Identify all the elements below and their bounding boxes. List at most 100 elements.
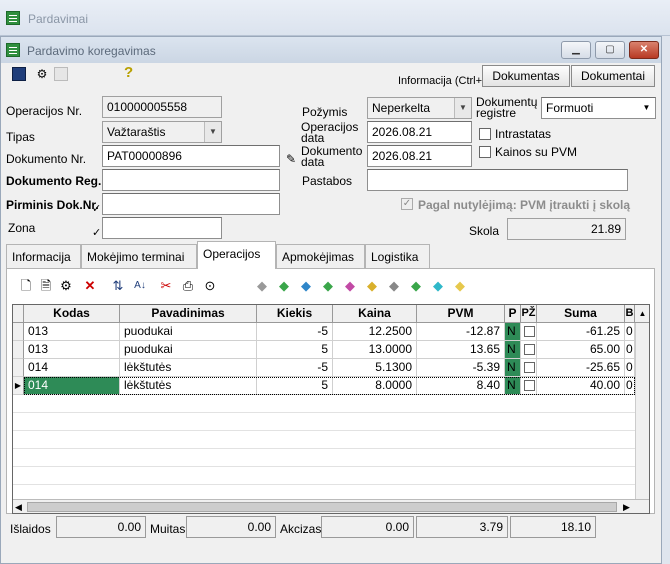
cell-kodas[interactable]: 014 (24, 359, 120, 377)
save-icon[interactable] (12, 67, 26, 81)
cell-suma[interactable]: -61.25 (537, 323, 625, 341)
action-icon-1[interactable]: ◆ (254, 278, 270, 294)
tools-icon[interactable]: ⚙ (58, 278, 74, 294)
column-header-p[interactable]: P (505, 305, 521, 323)
cell-kaina[interactable]: 5.1300 (333, 359, 417, 377)
row-indicator[interactable] (13, 323, 24, 341)
cell-kiekis[interactable]: 5 (257, 341, 333, 359)
column-header-pvm[interactable]: PVM (417, 305, 505, 323)
action-icon-5[interactable]: ◆ (342, 278, 358, 294)
cell-kaina[interactable]: 8.0000 (333, 377, 417, 395)
tab-mokejimo-terminai[interactable]: Mokėjimo terminai (81, 244, 197, 268)
cell-kiekis[interactable]: 5 (257, 377, 333, 395)
cell-pvm[interactable]: -5.39 (417, 359, 505, 377)
pz-checkbox[interactable] (524, 344, 535, 355)
row-indicator[interactable]: ▶ (13, 377, 24, 395)
cell-kiekis[interactable]: -5 (257, 359, 333, 377)
column-header-suma[interactable]: Suma (537, 305, 625, 323)
action-icon-7[interactable]: ◆ (386, 278, 402, 294)
cell-pavadinimas[interactable]: lėkštutės (120, 359, 257, 377)
pagal-nutylejima-checkbox[interactable]: ✓ (401, 198, 413, 210)
cell-pz[interactable] (521, 341, 537, 359)
sort-icon[interactable]: ⇅ (110, 278, 126, 294)
cell-kodas[interactable]: 014 (24, 377, 120, 395)
cell-pavadinimas[interactable]: puodukai (120, 323, 257, 341)
tab-operacijos[interactable]: Operacijos (197, 241, 276, 269)
edit-pen-icon[interactable]: ✎ (286, 152, 296, 166)
action-icon-8[interactable]: ◆ (408, 278, 424, 294)
operacijos-data-input[interactable]: 2026.08.21 (367, 121, 472, 143)
cell-kodas[interactable]: 013 (24, 323, 120, 341)
tab-informacija[interactable]: Informacija (6, 244, 81, 268)
dokumentai-button[interactable]: Dokumentai (571, 65, 655, 87)
cell-pvm[interactable]: 13.65 (417, 341, 505, 359)
sort-az-icon[interactable]: A↓ (132, 278, 148, 294)
cell-p[interactable]: N (505, 377, 521, 395)
cell-pz[interactable] (521, 359, 537, 377)
cell-pvm[interactable]: -12.87 (417, 323, 505, 341)
binoculars-icon[interactable]: ⊙ (202, 278, 218, 294)
operations-grid[interactable]: Kodas Pavadinimas Kiekis Kaina PVM P PŽ … (12, 304, 650, 514)
horizontal-scrollbar[interactable]: ◀ ▶ (13, 499, 649, 513)
tab-apmokejimas[interactable]: Apmokėjimas (276, 244, 365, 268)
pastabos-input[interactable] (367, 169, 628, 191)
cell-suma[interactable]: 40.00 (537, 377, 625, 395)
maximize-button[interactable]: ▢ (595, 41, 625, 59)
cell-pavadinimas[interactable]: lėkštutės (120, 377, 257, 395)
delete-icon[interactable]: ✕ (82, 278, 98, 294)
column-header-kiekis[interactable]: Kiekis (257, 305, 333, 323)
action-icon-10[interactable]: ◆ (452, 278, 468, 294)
action-icon-4[interactable]: ◆ (320, 278, 336, 294)
scroll-up-icon[interactable]: ▲ (635, 305, 649, 323)
cell-kaina[interactable]: 13.0000 (333, 341, 417, 359)
column-header-pavadinimas[interactable]: Pavadinimas (120, 305, 257, 323)
pz-checkbox[interactable] (524, 326, 535, 337)
dokumentas-button[interactable]: Dokumentas (482, 65, 570, 87)
new-document-icon[interactable]: 🗋 (18, 278, 34, 294)
cell-b[interactable]: 0 (625, 359, 635, 377)
row-indicator[interactable] (13, 359, 24, 377)
dokumento-data-input[interactable]: 2026.08.21 (367, 145, 472, 167)
cell-p[interactable]: N (505, 323, 521, 341)
cell-p[interactable]: N (505, 341, 521, 359)
document-icon[interactable]: 🗎 (38, 278, 54, 294)
tipas-select[interactable]: Važtaraštis ▼ (102, 121, 222, 143)
cell-suma[interactable]: 65.00 (537, 341, 625, 359)
tab-logistika[interactable]: Logistika (365, 244, 430, 268)
action-icon-2[interactable]: ◆ (276, 278, 292, 294)
cell-p[interactable]: N (505, 359, 521, 377)
cell-pz[interactable] (521, 323, 537, 341)
column-header-b[interactable]: B (625, 305, 635, 323)
pirminis-dok-input[interactable] (102, 193, 280, 215)
inner-title-bar[interactable]: Pardavimo koregavimas ▁ ▢ ✕ (1, 37, 661, 63)
copy-icon[interactable] (54, 67, 68, 81)
scroll-right-icon[interactable]: ▶ (623, 502, 630, 513)
cell-kaina[interactable]: 12.2500 (333, 323, 417, 341)
action-icon-6[interactable]: ◆ (364, 278, 380, 294)
action-icon-3[interactable]: ◆ (298, 278, 314, 294)
zona-input[interactable] (102, 217, 222, 239)
cell-kiekis[interactable]: -5 (257, 323, 333, 341)
print-icon[interactable]: ⎙ (180, 278, 196, 294)
chevron-down-icon[interactable]: ▼ (454, 98, 471, 118)
vertical-scrollbar[interactable] (635, 323, 649, 499)
dokumento-reg-input[interactable] (102, 169, 280, 191)
cell-kodas[interactable]: 013 (24, 341, 120, 359)
intrastatas-checkbox[interactable] (479, 128, 491, 140)
cell-pvm[interactable]: 8.40 (417, 377, 505, 395)
chevron-down-icon[interactable]: ▼ (638, 98, 655, 118)
cell-suma[interactable]: -25.65 (537, 359, 625, 377)
cell-b[interactable]: 0 (625, 377, 635, 395)
cell-b[interactable]: 0 (625, 341, 635, 359)
column-header-kaina[interactable]: Kaina (333, 305, 417, 323)
kainos-su-pvm-checkbox[interactable] (479, 146, 491, 158)
chevron-down-icon[interactable]: ▼ (204, 122, 221, 142)
pz-checkbox[interactable] (524, 380, 535, 391)
pozymis-select[interactable]: Neperkelta ▼ (367, 97, 472, 119)
tools-icon[interactable]: ⚙ (34, 66, 50, 82)
column-header-pz[interactable]: PŽ (521, 305, 537, 323)
pz-checkbox[interactable] (524, 362, 535, 373)
cell-b[interactable]: 0 (625, 323, 635, 341)
scroll-thumb[interactable] (27, 502, 617, 512)
close-button[interactable]: ✕ (629, 41, 659, 59)
